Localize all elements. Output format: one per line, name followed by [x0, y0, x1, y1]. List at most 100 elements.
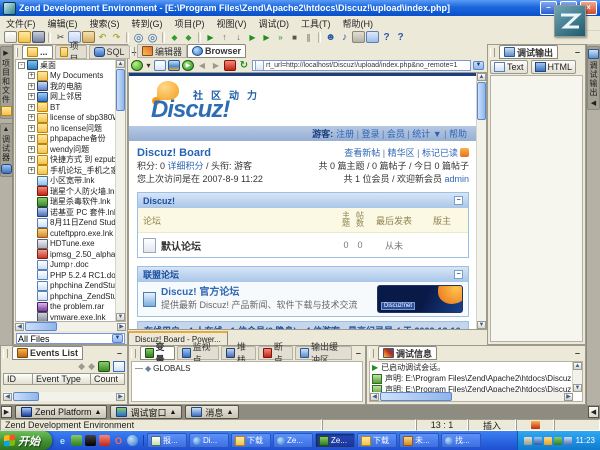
tree-item[interactable]: + no license问题	[16, 123, 116, 134]
menu-item[interactable]: 工具(T)	[295, 17, 337, 30]
tree-item[interactable]: HDTune.exe	[16, 239, 116, 250]
toolbar-icon[interactable]: ↑	[218, 31, 231, 43]
rss-icon[interactable]	[460, 148, 469, 157]
text-mode-button[interactable]: Text	[490, 60, 528, 74]
toolbar-icon[interactable]	[82, 31, 95, 43]
toolbar-icon[interactable]	[4, 31, 17, 43]
taskbar-task-button[interactable]: 未...	[399, 433, 439, 448]
toolbar-icon[interactable]: ↷	[110, 31, 123, 43]
toolbar-icon[interactable]	[318, 32, 321, 43]
menu-item[interactable]: 帮助(H)	[337, 17, 380, 30]
prev-event-icon[interactable]: ◆	[78, 361, 85, 372]
menu-item[interactable]: 编辑(E)	[42, 17, 84, 30]
events-tab[interactable]: Events List	[12, 346, 83, 360]
dock-tab[interactable]: ▶ 项目和文件	[0, 46, 13, 119]
menu-item[interactable]: 项目(P)	[169, 17, 211, 30]
chevron-down-icon[interactable]: ▼	[112, 334, 123, 343]
tree-expander[interactable]: +	[28, 135, 35, 142]
panel-grip[interactable]	[131, 349, 136, 358]
toolbar-icon[interactable]: ♪	[338, 31, 351, 43]
board-link[interactable]: 标记已读	[415, 148, 458, 158]
board-link[interactable]: 查看新帖	[344, 148, 380, 158]
nav-link[interactable]: 帮助	[442, 129, 467, 139]
debug-view-tab[interactable]: 输出缓冲区	[295, 346, 352, 360]
tree-item[interactable]: 瑞星杀毒软件.lnk	[16, 197, 116, 208]
toolbar-icon[interactable]	[162, 32, 165, 43]
menu-item[interactable]: 搜索(S)	[84, 17, 126, 30]
events-horizontal-scrollbar[interactable]: ◀ ▶	[3, 392, 125, 401]
table-view-icon[interactable]	[113, 361, 125, 372]
quick-launch-icon[interactable]	[85, 435, 96, 446]
start-button[interactable]: 开始	[0, 431, 52, 450]
tab-project[interactable]: 项目	[55, 45, 87, 59]
tree-expander[interactable]: +	[28, 167, 35, 174]
refresh-icon[interactable]	[98, 361, 110, 372]
scroll-thumb[interactable]	[477, 82, 486, 120]
toolbar-icon[interactable]: »	[274, 31, 287, 43]
toolbar-icon[interactable]: ↶	[96, 31, 109, 43]
scroll-left-icon[interactable]: ◀	[15, 323, 24, 331]
panel-grip[interactable]	[369, 349, 374, 358]
collapsed-panel-tab[interactable]: 消息 ▲	[185, 405, 239, 419]
url-input[interactable]: rt_url=http://localhost/Discuz!/upload/i…	[252, 60, 471, 71]
column-event-type[interactable]: Event Type	[33, 373, 91, 385]
discuz-logo-text[interactable]: Discuz!	[151, 96, 229, 124]
quick-launch-icon[interactable]	[127, 435, 138, 446]
column-count[interactable]: Count	[91, 373, 125, 385]
scroll-thumb[interactable]	[380, 392, 452, 401]
debug-view-tab[interactable]: 断点	[258, 346, 293, 360]
browser-toolbar-icon[interactable]: ↻	[238, 60, 250, 71]
taskbar-task-button[interactable]: 找...	[441, 433, 481, 448]
debug-message-row[interactable]: 声明: E:\Program Files\Zend\Apache2\htdocs…	[370, 373, 573, 384]
next-event-icon[interactable]: ◆	[88, 361, 95, 372]
debug-messages-tab[interactable]: 调试信息	[378, 346, 437, 360]
menu-item[interactable]: 视图(V)	[211, 17, 253, 30]
panel-grip[interactable]	[490, 48, 495, 57]
browser-toolbar-icon[interactable]	[131, 60, 143, 71]
scroll-up-icon[interactable]: ▲	[116, 60, 125, 68]
nav-link[interactable]: 统计 ▼	[405, 129, 442, 139]
tree-item[interactable]: Jump↑.doc	[16, 260, 116, 271]
toolbar-icon[interactable]	[366, 31, 379, 43]
tray-icon[interactable]	[524, 437, 532, 445]
browser-toolbar-icon[interactable]: ▾	[145, 60, 152, 71]
browser-toolbar-icon[interactable]: ▶	[182, 60, 194, 71]
messages-horizontal-scrollbar[interactable]: ◀ ▶	[370, 392, 573, 401]
browser-toolbar-icon[interactable]	[168, 60, 180, 71]
panel-grip[interactable]	[3, 349, 8, 358]
tree-item[interactable]: - 桌面	[16, 60, 116, 71]
taskbar-task-button[interactable]: 下载	[231, 433, 271, 448]
tree-expander[interactable]: +	[28, 125, 35, 132]
dock-tab[interactable]: ▲ 调试器	[0, 123, 13, 177]
scroll-left-icon[interactable]: ◀	[370, 393, 379, 401]
toolbar-icon[interactable]	[48, 32, 51, 43]
toolbar-icon[interactable]	[352, 31, 365, 43]
tray-icon[interactable]	[564, 437, 572, 445]
panel-minimize-button[interactable]: –	[354, 348, 363, 358]
tree-item[interactable]: the problem.rar	[16, 302, 116, 313]
collapsed-panel-tab[interactable]: 调试窗口 ▲	[110, 405, 182, 419]
tray-icon[interactable]	[544, 437, 552, 445]
tree-item[interactable]: + license of sbp380W	[16, 113, 116, 124]
browser-toolbar-icon[interactable]	[224, 60, 236, 71]
tree-item[interactable]: phpchina_ZendStudi	[16, 291, 116, 302]
tab-browser[interactable]: Browser	[187, 44, 246, 58]
browser-toolbar-icon[interactable]	[154, 60, 166, 71]
toolbar-icon[interactable]: ✂	[54, 31, 67, 43]
menu-item[interactable]: 调试(D)	[253, 17, 296, 30]
tree-item[interactable]: + 手机论坛_手机之家	[16, 165, 116, 176]
tree-item[interactable]: phpchina ZendStudi	[16, 281, 116, 292]
toolbar-icon[interactable]	[18, 31, 31, 43]
panel-minimize-button[interactable]: –	[114, 348, 125, 358]
toolbar-icon[interactable]: ◆	[168, 31, 181, 43]
tree-item[interactable]: + 快捷方式 到 ezpubl	[16, 155, 116, 166]
scroll-right-icon[interactable]: ▶	[116, 393, 125, 401]
scroll-down-icon[interactable]: ▼	[477, 321, 486, 329]
scroll-up-icon[interactable]: ▲	[477, 73, 486, 81]
taskbar-task-button[interactable]: 报...	[147, 433, 187, 448]
board-link[interactable]: 精华区	[380, 148, 414, 158]
messages-vertical-scrollbar[interactable]: ▲ ▼	[572, 362, 582, 392]
score-detail-link[interactable]: 详细积分	[168, 161, 204, 171]
tree-item[interactable]: PHP 5.2.4 RC1.doc	[16, 270, 116, 281]
toolbar-icon[interactable]	[32, 31, 45, 43]
